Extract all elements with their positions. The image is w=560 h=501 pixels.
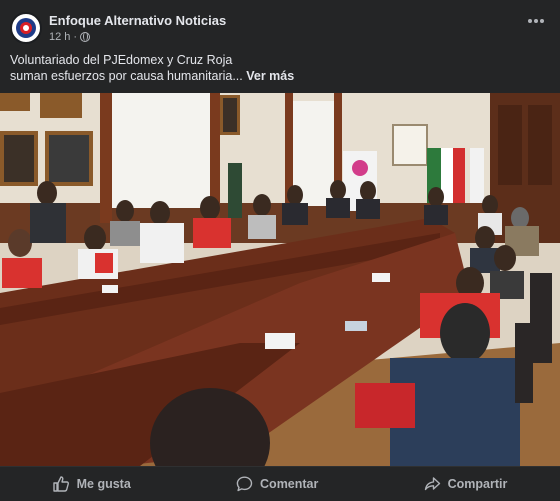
- page-avatar[interactable]: [10, 12, 42, 44]
- comment-label: Comentar: [260, 477, 319, 491]
- thumbs-up-icon: [52, 476, 69, 492]
- like-button[interactable]: Me gusta: [27, 471, 157, 497]
- post-header: Enfoque Alternativo Noticias 12 h ·: [0, 0, 560, 46]
- post-text-line-2: suman esfuerzos por causa humanitaria...: [10, 69, 243, 83]
- meta-separator: ·: [73, 31, 78, 43]
- author-name[interactable]: Enfoque Alternativo Noticias: [49, 13, 226, 28]
- see-more-link[interactable]: Ver más: [246, 69, 294, 83]
- post-text-line-2-wrap: suman esfuerzos por causa humanitaria...…: [10, 68, 550, 84]
- feed-post: Enfoque Alternativo Noticias 12 h · Volu…: [0, 0, 560, 501]
- post-text-line-1: Voluntariado del PJEdomex y Cruz Roja: [10, 53, 233, 67]
- share-label: Compartir: [447, 477, 508, 491]
- comment-icon: [236, 476, 253, 492]
- like-label: Me gusta: [76, 477, 131, 491]
- more-options-icon[interactable]: [526, 14, 546, 28]
- post-actions-bar: Me gusta Comentar Compartir: [0, 466, 560, 501]
- comment-button[interactable]: Comentar: [210, 471, 344, 497]
- post-meta: 12 h ·: [49, 31, 91, 43]
- share-button[interactable]: Compartir: [398, 471, 534, 497]
- post-text: Voluntariado del PJEdomex y Cruz Roja su…: [10, 52, 550, 84]
- avatar-logo-dot: [23, 25, 29, 31]
- post-photo[interactable]: [0, 93, 560, 466]
- post-time[interactable]: 12 h: [49, 31, 70, 43]
- globe-icon[interactable]: [80, 32, 91, 42]
- share-icon: [424, 477, 440, 491]
